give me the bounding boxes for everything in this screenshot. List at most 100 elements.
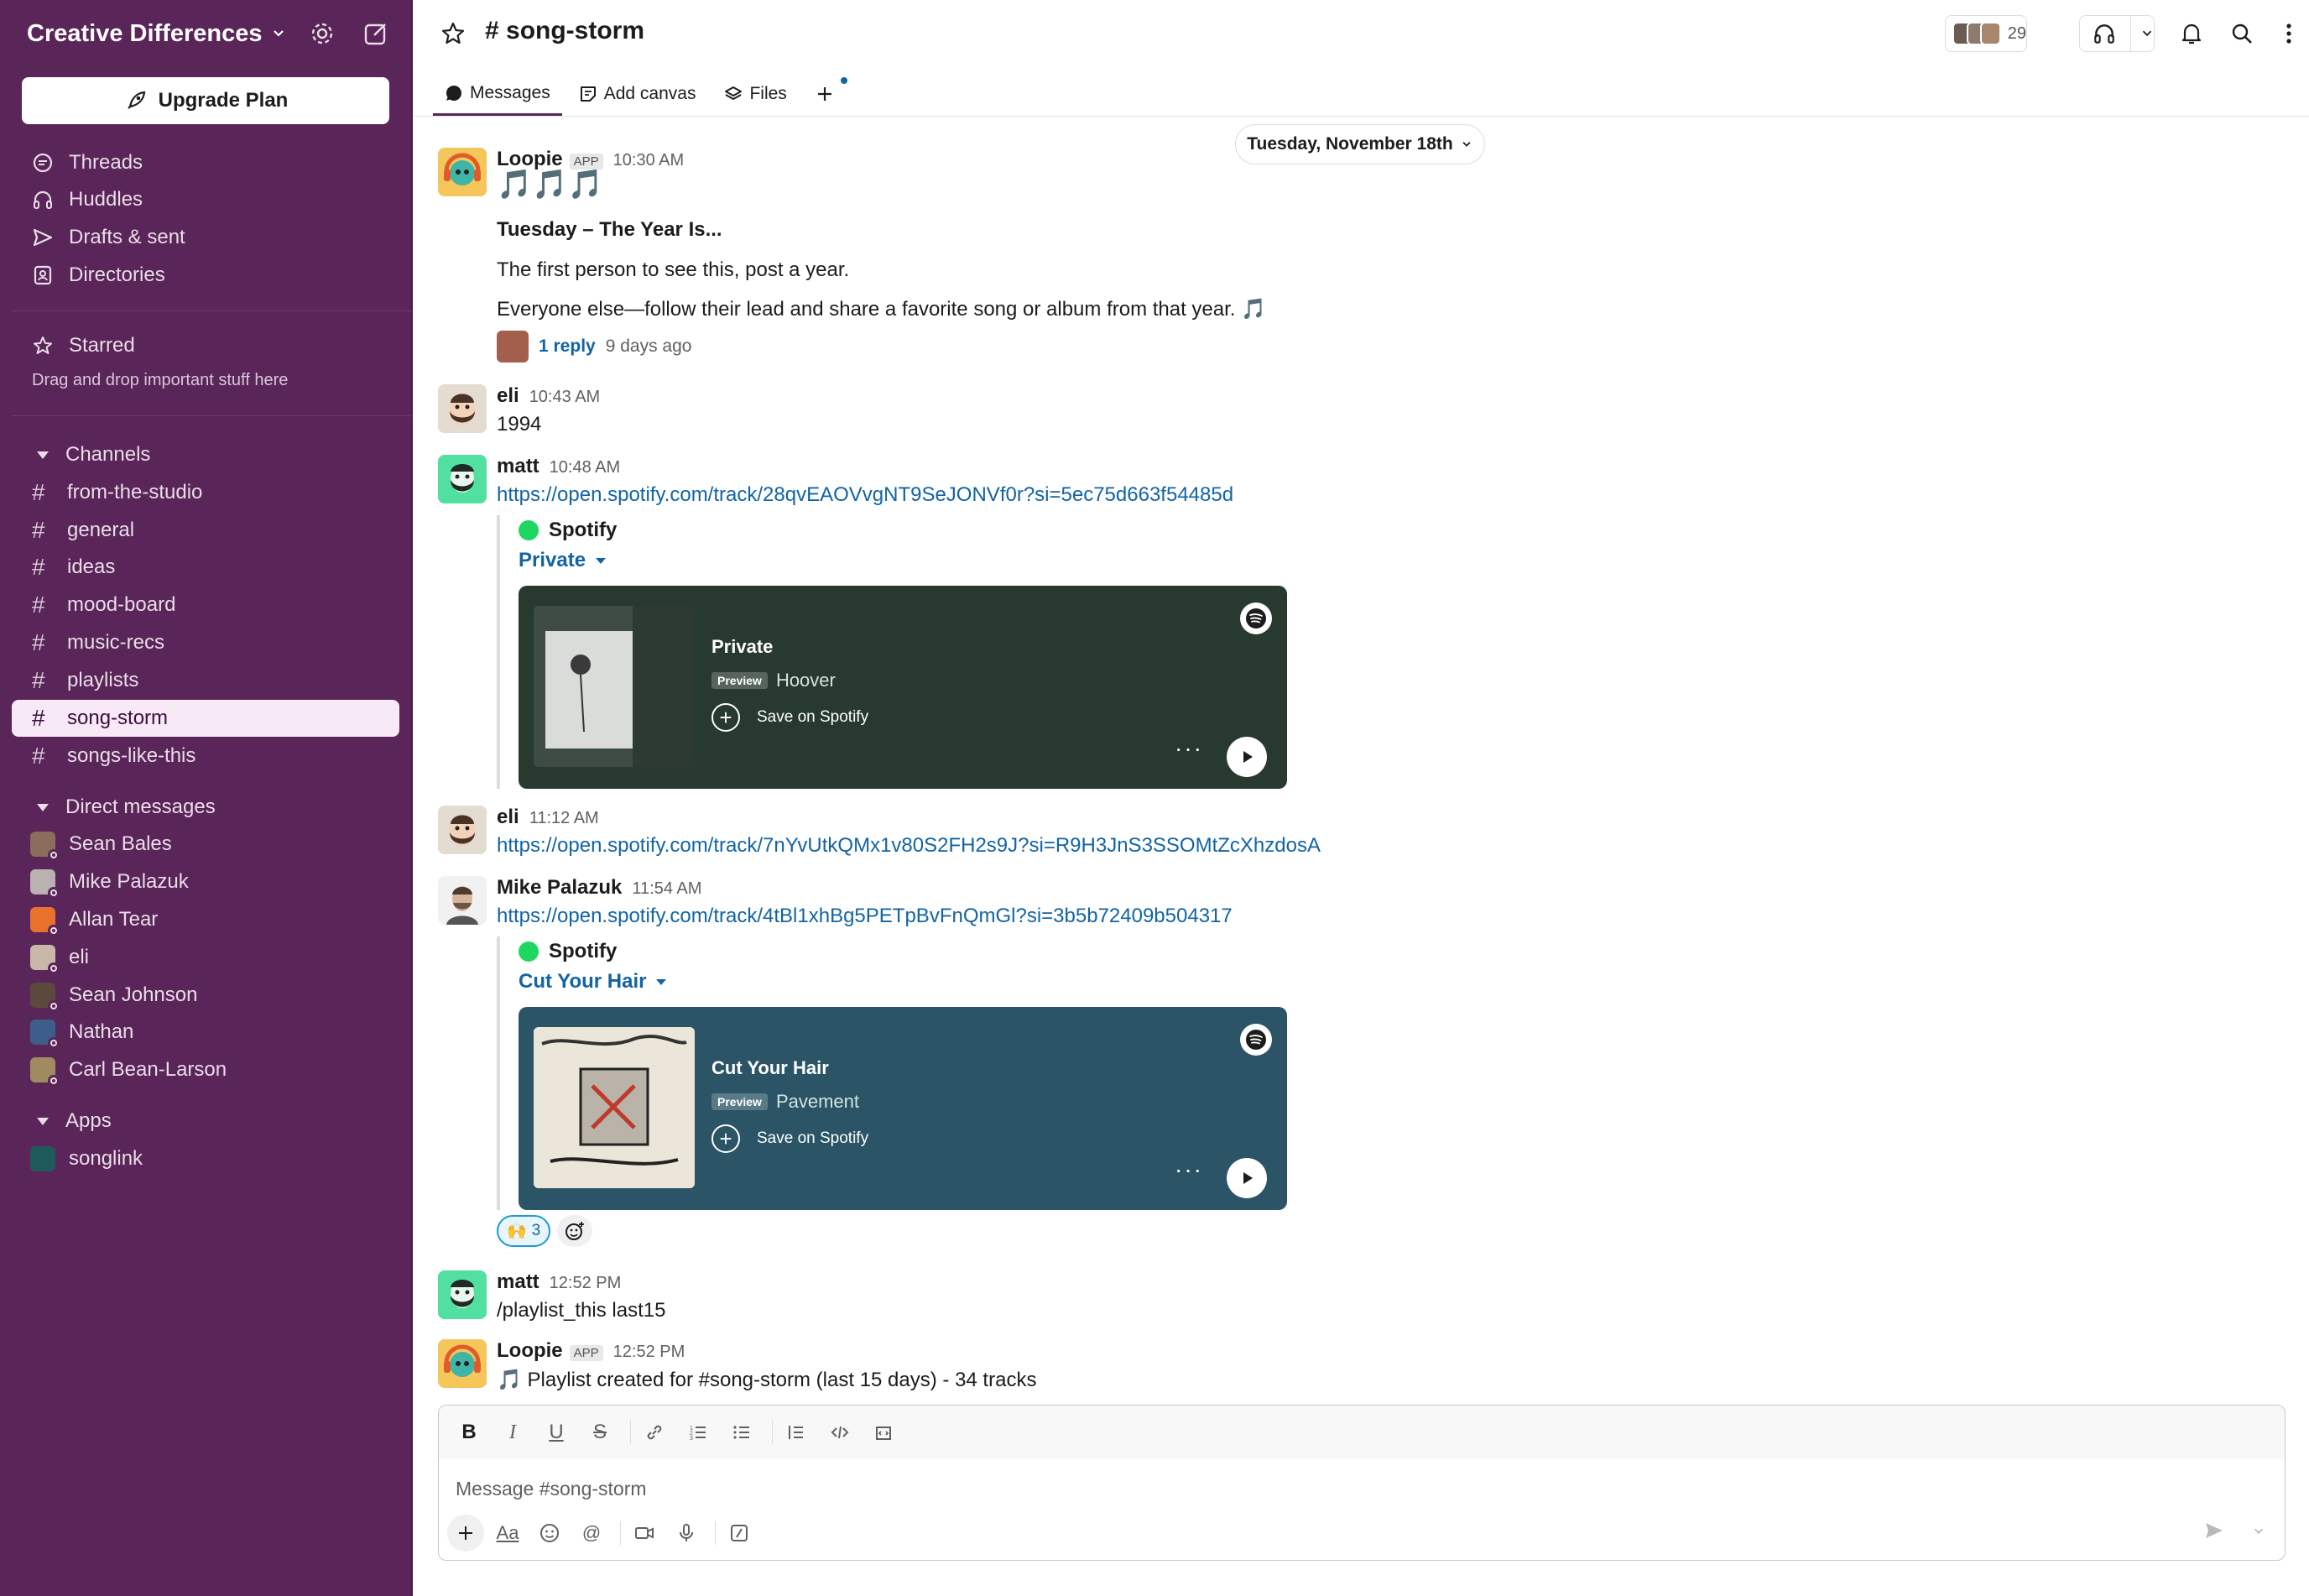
- thread-replies[interactable]: 1 reply 9 days ago: [497, 331, 691, 362]
- mention-icon[interactable]: @: [573, 1515, 610, 1552]
- unfurl-title-toggle[interactable]: Cut Your Hair: [519, 967, 1287, 997]
- sidebar-item-channel[interactable]: # mood-board: [12, 587, 399, 623]
- avatar[interactable]: [438, 806, 487, 854]
- message-input[interactable]: Message #song-storm: [456, 1478, 647, 1500]
- sidebar-item-channel[interactable]: # music-recs: [12, 624, 399, 661]
- sidebar-item-starred[interactable]: Starred: [12, 327, 399, 364]
- avatar[interactable]: [438, 455, 487, 503]
- emoji-icon[interactable]: [531, 1515, 568, 1552]
- compose-icon[interactable]: [361, 18, 391, 49]
- save-on-spotify-button[interactable]: + Save on Spotify: [711, 1124, 868, 1153]
- spotify-link[interactable]: https://open.spotify.com/track/7nYvUtkQM…: [497, 834, 1321, 858]
- tab-files[interactable]: Files: [712, 72, 798, 116]
- code-icon[interactable]: [821, 1414, 858, 1451]
- artist-name[interactable]: Pavement: [776, 1091, 859, 1113]
- sidebar-item-dm[interactable]: Sean Johnson: [12, 977, 399, 1014]
- code-block-icon[interactable]: [865, 1414, 902, 1451]
- sidebar-item-channel[interactable]: # general: [12, 512, 399, 549]
- sidebar-item-dm[interactable]: Mike Palazuk: [12, 863, 399, 900]
- timestamp[interactable]: 10:48 AM: [550, 458, 621, 477]
- sidebar-item-dm[interactable]: eli: [12, 939, 399, 976]
- chevron-down-icon[interactable]: [2130, 15, 2155, 52]
- author-name[interactable]: eli: [497, 384, 519, 408]
- author-name[interactable]: Loopie: [497, 1339, 563, 1363]
- strikethrough-icon[interactable]: S: [581, 1414, 618, 1451]
- huddle-button[interactable]: [2079, 15, 2155, 52]
- sidebar-item-dm[interactable]: Nathan: [12, 1014, 399, 1051]
- avatar[interactable]: [438, 148, 487, 196]
- formatting-toggle-icon[interactable]: Aa: [489, 1515, 526, 1552]
- spotify-link[interactable]: https://open.spotify.com/track/28qvEAOVv…: [497, 483, 1233, 507]
- author-name[interactable]: eli: [497, 806, 519, 829]
- sidebar-item-dm[interactable]: Sean Bales: [12, 826, 399, 863]
- reply-count-link[interactable]: 1 reply: [539, 336, 596, 357]
- sidebar-item-huddles[interactable]: Huddles: [12, 181, 399, 218]
- sidebar-item-dm[interactable]: Allan Tear: [12, 901, 399, 938]
- add-tab-button[interactable]: [804, 72, 852, 116]
- save-on-spotify-button[interactable]: + Save on Spotify: [711, 703, 868, 732]
- channel-title[interactable]: # song-storm: [485, 17, 644, 45]
- sidebar-item-drafts-sent[interactable]: Drafts & sent: [12, 219, 399, 256]
- add-reaction-button[interactable]: [557, 1215, 593, 1247]
- author-name[interactable]: matt: [497, 1270, 539, 1294]
- gear-icon[interactable]: [307, 18, 337, 49]
- video-icon[interactable]: [626, 1515, 663, 1552]
- sidebar-item-channel[interactable]: # ideas: [12, 549, 399, 586]
- track-title[interactable]: Private: [711, 636, 773, 658]
- blockquote-icon[interactable]: [778, 1414, 815, 1451]
- spotify-link[interactable]: https://open.spotify.com/track/4tBl1xhBg…: [497, 905, 1233, 928]
- underline-icon[interactable]: U: [538, 1414, 575, 1451]
- avatar[interactable]: [438, 384, 487, 433]
- link-icon[interactable]: [636, 1414, 673, 1451]
- more-options-icon[interactable]: ···: [1175, 1156, 1203, 1183]
- attach-plus-button[interactable]: [447, 1515, 484, 1552]
- sidebar-item-channel[interactable]: # songs-like-this: [12, 738, 399, 775]
- sidebar-item-channel[interactable]: # from-the-studio: [12, 474, 399, 511]
- timestamp[interactable]: 10:30 AM: [613, 151, 685, 170]
- track-title[interactable]: Cut Your Hair: [711, 1057, 829, 1079]
- star-channel-icon[interactable]: [438, 18, 468, 49]
- sidebar-item-app[interactable]: songlink: [12, 1140, 399, 1177]
- date-divider-button[interactable]: Tuesday, November 18th: [1235, 124, 1485, 164]
- bulleted-list-icon[interactable]: [723, 1414, 760, 1451]
- chevron-down-icon[interactable]: [2251, 1524, 2266, 1543]
- send-icon[interactable]: [2202, 1519, 2226, 1546]
- artist-name[interactable]: Hoover: [776, 670, 836, 691]
- sidebar-item-directories[interactable]: Directories: [12, 257, 399, 294]
- tab-messages[interactable]: Messages: [433, 72, 562, 116]
- author-name[interactable]: matt: [497, 455, 539, 478]
- avatar[interactable]: [438, 876, 487, 925]
- bell-icon[interactable]: [2176, 18, 2207, 49]
- sidebar-item-channel-active[interactable]: # song-storm: [12, 700, 399, 737]
- sidebar-item-threads[interactable]: Threads: [12, 144, 399, 181]
- play-button[interactable]: [1227, 1158, 1267, 1198]
- tab-add-canvas[interactable]: Add canvas: [567, 72, 708, 116]
- dms-section-toggle[interactable]: Direct messages: [12, 790, 216, 824]
- unfurl-title-toggle[interactable]: Private: [519, 545, 1287, 576]
- microphone-icon[interactable]: [668, 1515, 705, 1552]
- avatar[interactable]: [438, 1270, 487, 1319]
- channels-section-toggle[interactable]: Channels: [12, 438, 150, 472]
- author-name[interactable]: Mike Palazuk: [497, 876, 622, 900]
- reaction-pill[interactable]: 🙌 3: [497, 1215, 551, 1247]
- ordered-list-icon[interactable]: 123: [680, 1414, 717, 1451]
- timestamp[interactable]: 11:12 AM: [529, 809, 599, 828]
- timestamp[interactable]: 12:52 PM: [550, 1274, 622, 1293]
- avatar[interactable]: [438, 1339, 487, 1388]
- more-vertical-icon[interactable]: [2274, 18, 2304, 49]
- slash-command-icon[interactable]: [721, 1515, 758, 1552]
- apps-section-toggle[interactable]: Apps: [12, 1104, 112, 1138]
- timestamp[interactable]: 10:43 AM: [529, 388, 601, 407]
- sidebar-item-channel[interactable]: # playlists: [12, 662, 399, 699]
- search-icon[interactable]: [2227, 18, 2257, 49]
- upgrade-plan-button[interactable]: Upgrade Plan: [22, 77, 389, 124]
- italic-icon[interactable]: I: [494, 1414, 531, 1451]
- timestamp[interactable]: 12:52 PM: [613, 1343, 685, 1362]
- workspace-switcher[interactable]: Creative Differences: [27, 18, 287, 49]
- more-options-icon[interactable]: ···: [1175, 735, 1203, 762]
- bold-icon[interactable]: B: [451, 1414, 487, 1451]
- members-button[interactable]: 29: [1945, 15, 2027, 52]
- play-button[interactable]: [1227, 737, 1267, 777]
- timestamp[interactable]: 11:54 AM: [632, 879, 701, 899]
- sidebar-item-dm[interactable]: Carl Bean-Larson: [12, 1051, 399, 1088]
